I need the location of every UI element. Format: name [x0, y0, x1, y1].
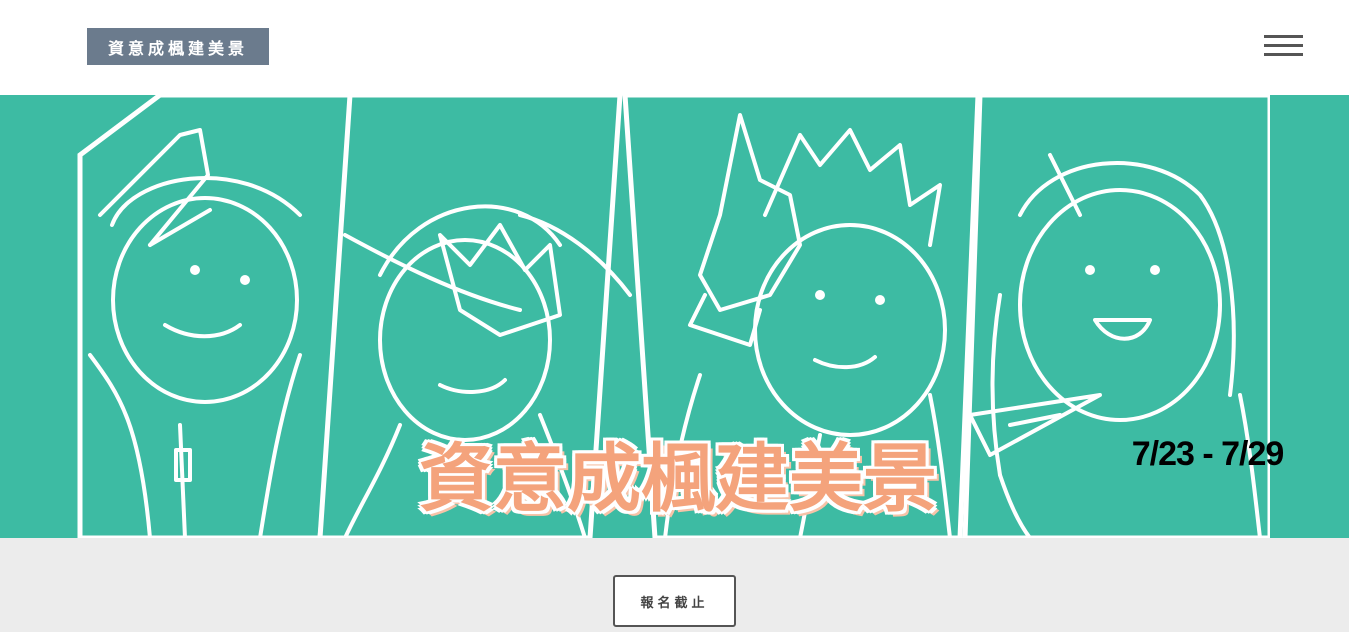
menu-bar — [1264, 44, 1303, 47]
hero-banner: 資意成楓建美景 7/23 - 7/29 — [0, 95, 1349, 538]
panel-one — [77, 95, 363, 538]
registration-section: 報名截止 — [0, 538, 1349, 632]
hamburger-menu-icon[interactable] — [1264, 34, 1303, 60]
menu-bar — [1264, 53, 1303, 56]
hero-title: 資意成楓建美景 — [419, 435, 937, 522]
registration-closed-button[interactable]: 報名截止 — [613, 575, 736, 627]
hero-date-range: 7/23 - 7/29 — [1131, 434, 1285, 473]
brand-logo[interactable]: 資意成楓建美景 — [87, 28, 269, 65]
site-header: 資意成楓建美景 — [0, 0, 1349, 95]
hero-left-margin — [0, 95, 80, 538]
menu-bar — [1264, 35, 1303, 38]
